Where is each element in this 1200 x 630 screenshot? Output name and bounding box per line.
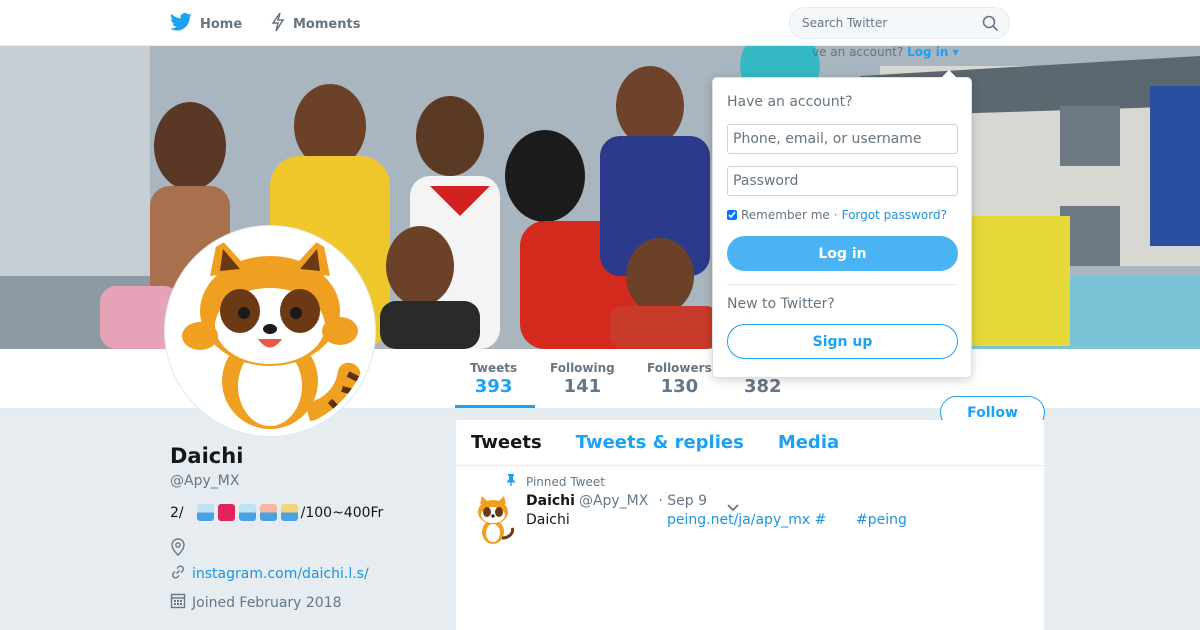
login-link-label: Log in (907, 45, 949, 59)
profile-location (170, 538, 186, 560)
twitter-bird-icon (170, 12, 192, 36)
stat-label: Tweets (470, 361, 518, 375)
nav-home[interactable]: Home (170, 12, 242, 36)
remember-me-label[interactable]: Remember me (741, 208, 830, 222)
tweet-avatar[interactable] (472, 496, 514, 544)
pinned-tweet-text: Pinned Tweet (526, 474, 605, 489)
signup-button[interactable]: Sign up (727, 324, 958, 359)
profile-avatar[interactable] (165, 226, 375, 436)
search-input[interactable] (790, 8, 970, 38)
profile-bio: 2/ /100~400Fr (170, 504, 383, 521)
nav-home-label: Home (200, 16, 243, 32)
forgot-password-link[interactable]: Forgot password? (842, 208, 947, 222)
tweet-date[interactable]: · Sep 9 (658, 493, 707, 509)
login-hint-text: ve an account? (812, 45, 904, 59)
tab-media[interactable]: Media (778, 432, 839, 453)
login-button[interactable]: Log in (727, 236, 958, 271)
timeline-tabs: Tweets Tweets & replies Media (456, 420, 1044, 466)
remember-me-checkbox[interactable] (727, 210, 737, 220)
profile-url-link[interactable]: instagram.com/daichi.l.s/ (192, 566, 369, 582)
tweet-author-name[interactable]: Daichi (526, 493, 575, 509)
login-dropdown: Have an account? Remember me · Forgot pa… (712, 70, 972, 378)
pin-icon (506, 474, 516, 489)
tweet-header: Daichi @Apy_MX · Sep 9 (526, 493, 707, 509)
profile-url-row: instagram.com/daichi.l.s/ (170, 564, 369, 584)
link-icon (170, 564, 186, 584)
password-field[interactable] (727, 166, 958, 196)
tab-tweets-replies[interactable]: Tweets & replies (576, 432, 744, 453)
tweet-author-handle[interactable]: @Apy_MX (579, 493, 648, 509)
raccoon-avatar-graphic (170, 231, 370, 431)
bio-prefix: 2/ (170, 504, 184, 521)
login-dropdown-title: Have an account? (727, 94, 853, 110)
profile-name[interactable]: Daichi (170, 444, 243, 468)
login-hint: ve an account? Log in ▾ (812, 45, 959, 59)
female-sign-emoji-icon (217, 504, 235, 521)
remember-row: Remember me · Forgot password? (727, 208, 947, 222)
search-icon[interactable] (982, 15, 999, 36)
bio-suffix: /100~400Fr (300, 504, 384, 521)
location-pin-icon (170, 538, 186, 560)
tweet-hashtag[interactable]: #peing (856, 512, 907, 528)
top-navigation: Home Moments (0, 0, 1200, 46)
search-box (789, 7, 1010, 39)
stat-label: Following (550, 361, 615, 375)
nav-moments-label: Moments (293, 16, 361, 32)
profile-handle[interactable]: @Apy_MX (170, 473, 239, 489)
calendar-icon (170, 592, 186, 613)
login-link[interactable]: Log in ▾ (907, 45, 959, 59)
dropdown-divider (727, 284, 958, 285)
username-field[interactable] (727, 124, 958, 154)
wave-emoji-icon (196, 504, 214, 521)
stat-following[interactable]: Following 141 (550, 361, 615, 397)
swimmer-emoji-icon (280, 504, 298, 521)
profile-joined: Joined February 2018 (192, 594, 342, 611)
wave-emoji-icon (238, 504, 256, 521)
stat-followers[interactable]: Followers 130 (647, 361, 712, 397)
swimmer-emoji-icon (259, 504, 277, 521)
lightning-icon (271, 12, 285, 36)
tweet-text: Daichi (526, 512, 570, 528)
tweet-link[interactable]: peing.net/ja/apy_mx # (667, 512, 826, 528)
timeline: Tweets Tweets & replies Media Pinned Twe… (456, 420, 1044, 630)
tab-tweets[interactable]: Tweets (471, 432, 542, 453)
active-stat-underline (455, 405, 535, 408)
new-to-twitter-text: New to Twitter? (727, 296, 835, 312)
stat-label: Followers (647, 361, 712, 375)
stat-value: 382 (744, 376, 782, 397)
profile-joined-row: Joined February 2018 (170, 592, 342, 613)
stat-value: 141 (563, 376, 602, 397)
stat-value: 130 (660, 376, 699, 397)
nav-moments[interactable]: Moments (271, 12, 360, 36)
stat-value: 393 (474, 376, 513, 397)
remember-separator: · (833, 208, 838, 222)
pinned-tweet-label: Pinned Tweet (506, 474, 605, 489)
stat-tweets[interactable]: Tweets 393 (470, 361, 517, 397)
tweet-avatar-graphic (472, 496, 514, 544)
